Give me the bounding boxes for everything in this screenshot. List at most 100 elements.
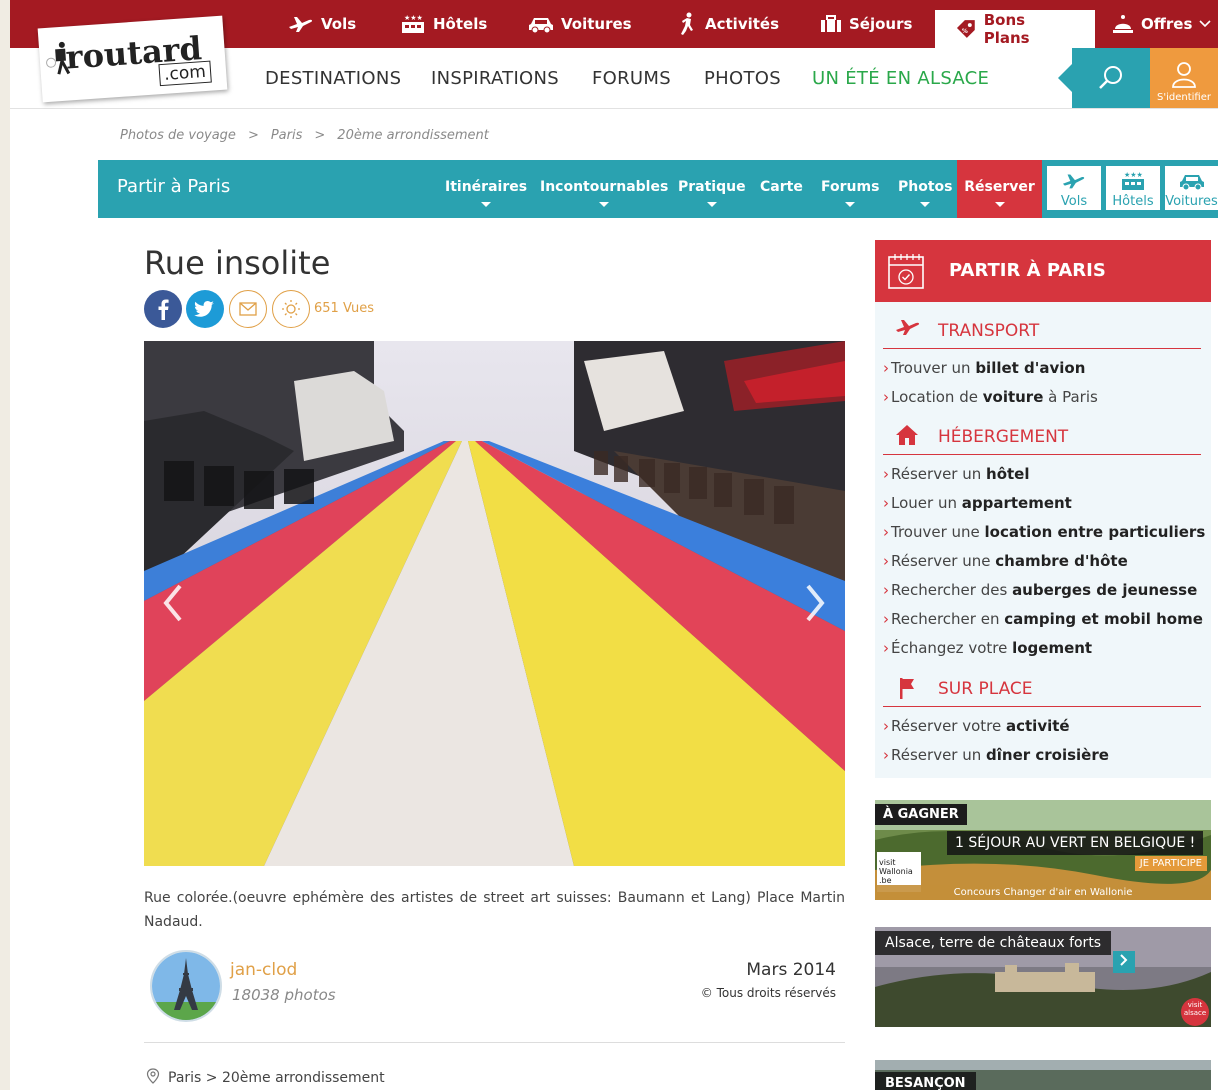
nav-photos[interactable]: PHOTOS <box>704 68 781 89</box>
tab-pratique[interactable]: Pratique <box>678 179 746 207</box>
link-auberges[interactable]: › Rechercher des auberges de jeunesse <box>883 581 1197 599</box>
section-sur-place: SUR PLACE <box>883 670 1201 707</box>
quick-hotels-button[interactable]: ★★★ Hôtels <box>1106 166 1160 210</box>
link-text: Trouver un <box>891 359 976 377</box>
views-count: 651 Vues <box>314 301 374 316</box>
svg-text:★★★: ★★★ <box>1124 171 1143 179</box>
topbar-sejours-label: Séjours <box>849 15 913 33</box>
envelope-icon <box>239 302 257 316</box>
tab-reserver[interactable]: Réserver <box>957 160 1042 218</box>
author-photo-count: 18038 photos <box>232 986 336 1004</box>
topbar-sejours[interactable]: Séjours <box>820 0 912 48</box>
topbar-hotels[interactable]: ★★★ Hôtels <box>400 0 487 48</box>
topbar-vols[interactable]: Vols <box>288 0 356 48</box>
link-keyword: chambre d'hôte <box>995 552 1128 570</box>
views-badge <box>272 290 310 328</box>
link-logement[interactable]: › Échangez votre logement <box>883 639 1092 657</box>
arrow-icon: › <box>883 552 889 570</box>
link-text: Réserver une <box>891 552 996 570</box>
ad-cta-button[interactable]: JE PARTICIPE <box>1134 856 1207 871</box>
ad-besancon[interactable]: BESANÇON <box>875 1060 1211 1090</box>
section-label: HÉBERGEMENT <box>938 427 1069 447</box>
author-avatar[interactable] <box>150 950 222 1022</box>
routard-logo[interactable]: routard .com <box>37 15 228 103</box>
topbar-offres[interactable]: Offres <box>1112 0 1211 48</box>
link-hotel[interactable]: › Réserver un hôtel <box>883 465 1030 483</box>
concierge-bell-icon <box>1113 15 1133 33</box>
svg-text:%: % <box>962 29 968 35</box>
ad-badge: À GAGNER <box>875 804 967 825</box>
tab-itineraires[interactable]: Itinéraires <box>445 179 527 207</box>
tab-forums[interactable]: Forums <box>821 179 879 207</box>
photo-location[interactable]: Paris > 20ème arrondissement <box>146 1068 385 1086</box>
nav-forums[interactable]: FORUMS <box>592 68 671 89</box>
topbar-voitures[interactable]: Voitures <box>528 0 632 48</box>
link-location-particuliers[interactable]: › Trouver une location entre particuliers <box>883 523 1205 541</box>
topbar-activites[interactable]: Activités <box>678 0 779 48</box>
nav-inspirations[interactable]: INSPIRATIONS <box>431 68 559 89</box>
quick-vols-button[interactable]: Vols <box>1047 166 1101 210</box>
divider <box>144 1042 845 1043</box>
search-notch <box>1058 64 1072 92</box>
flag-icon <box>900 678 914 699</box>
arrow-icon: › <box>883 388 889 406</box>
hiker-icon <box>681 12 693 35</box>
nav-destinations[interactable]: DESTINATIONS <box>265 68 401 89</box>
calendar-icon <box>888 254 924 289</box>
email-share-button[interactable] <box>229 290 267 328</box>
destination-title[interactable]: Partir à Paris <box>117 176 230 197</box>
link-text: Réserver votre <box>891 717 1006 735</box>
widget-title: PARTIR À PARIS <box>949 260 1106 281</box>
link-billet-avion[interactable]: › Trouver un billet d'avion <box>883 359 1085 377</box>
arrow-icon: › <box>883 581 889 599</box>
arrow-icon: › <box>883 494 889 512</box>
ad-wallonie[interactable]: À GAGNER 1 SÉJOUR AU VERT EN BELGIQUE ! … <box>875 800 1211 900</box>
link-diner-croisiere[interactable]: › Réserver un dîner croisière <box>883 746 1109 764</box>
breadcrumb-separator: > <box>314 128 326 143</box>
section-transport: TRANSPORT <box>883 312 1201 349</box>
tab-incontournables[interactable]: Incontournables <box>540 179 668 207</box>
svg-text:★★★: ★★★ <box>404 14 423 22</box>
link-activite[interactable]: › Réserver votre activité <box>883 717 1070 735</box>
topbar-bons-plans[interactable]: % Bons Plans <box>935 10 1095 48</box>
car-icon <box>529 18 553 33</box>
hotel-icon: ★★★ <box>402 14 424 33</box>
login-button[interactable]: S'identifier <box>1150 48 1218 108</box>
ad-footer: Concours Changer d'air en Wallonie <box>875 885 1211 900</box>
destination-nav: Partir à Paris Itinéraires Incontournabl… <box>98 160 1218 218</box>
ad-alsace[interactable]: Alsace, terre de châteaux forts visit al… <box>875 927 1211 1027</box>
breadcrumb-arrondissement[interactable]: 20ème arrondissement <box>337 128 489 143</box>
link-appartement[interactable]: › Louer un appartement <box>883 494 1072 512</box>
tab-carte[interactable]: Carte <box>760 179 803 195</box>
map-pin-icon <box>146 1068 160 1084</box>
link-keyword: appartement <box>961 494 1072 512</box>
breadcrumb-separator: > <box>247 128 259 143</box>
plane-icon <box>896 320 920 335</box>
tab-label: Photos <box>898 179 953 195</box>
nav-alsace[interactable]: UN ÉTÉ EN ALSACE <box>812 68 989 89</box>
author-name[interactable]: jan-clod <box>230 960 297 980</box>
link-chambre-hote[interactable]: › Réserver une chambre d'hôte <box>883 552 1128 570</box>
tab-photos[interactable]: Photos <box>898 179 953 207</box>
link-location-voiture[interactable]: › Location de voiture à Paris <box>883 388 1098 406</box>
suitcase-icon <box>821 15 841 32</box>
link-keyword: voiture <box>982 388 1044 406</box>
twitter-share-button[interactable] <box>186 290 224 328</box>
link-text: Échangez votre <box>891 639 1013 657</box>
breadcrumb-paris[interactable]: Paris <box>271 128 303 143</box>
link-keyword: billet d'avion <box>975 359 1086 377</box>
breadcrumb-photos[interactable]: Photos de voyage <box>120 128 236 143</box>
eiffel-tower-icon <box>152 952 220 1020</box>
photo-viewer[interactable] <box>144 341 845 866</box>
ad-next-button[interactable] <box>1113 951 1135 973</box>
visit-alsace-logo: visit alsace <box>1183 1001 1207 1017</box>
link-camping[interactable]: › Rechercher en camping et mobil home <box>883 610 1203 628</box>
twitter-icon <box>194 301 214 317</box>
arrow-icon: › <box>883 639 889 657</box>
link-keyword: camping et mobil home <box>1004 610 1203 628</box>
caret-icon <box>599 202 610 207</box>
topbar-offres-label: Offres <box>1141 15 1193 33</box>
quick-voitures-button[interactable]: Voitures <box>1165 166 1218 210</box>
search-button[interactable] <box>1058 48 1150 108</box>
facebook-share-button[interactable] <box>144 290 182 328</box>
